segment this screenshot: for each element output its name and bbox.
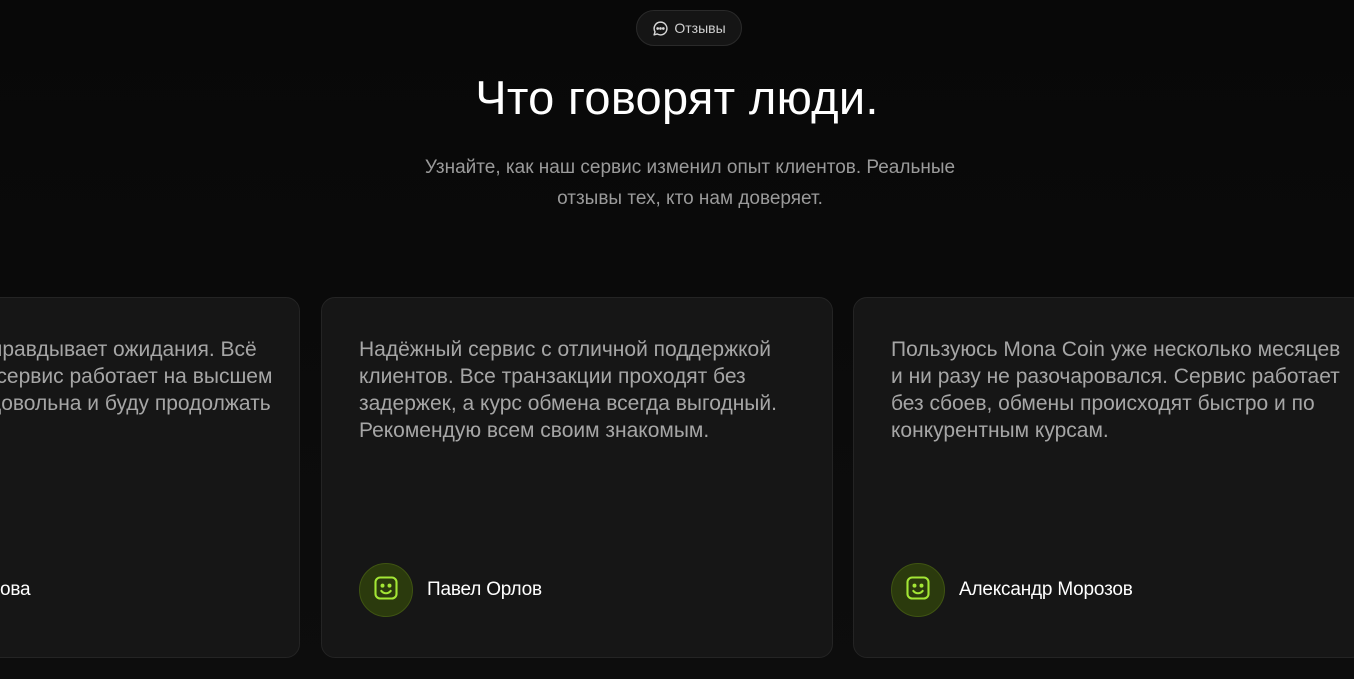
testimonials-section: Отзывы Что говорят люди. Узнайте, как на… [0, 0, 1354, 679]
author-avatar [359, 563, 413, 617]
section-title: Что говорят люди. [475, 71, 879, 124]
testimonial-card: Пользуюсь Mona Coin уже несколько месяце… [853, 297, 1354, 658]
testimonial-text: Пользуюсь Mona Coin уже несколько месяце… [891, 338, 1341, 442]
chat-bubble-icon [652, 20, 669, 37]
testimonial-card: Действительно оправдывает ожидания. Всё … [0, 297, 300, 658]
testimonial-text: Надёжный сервис с отличной поддержкой кл… [359, 338, 777, 442]
testimonial-author: Анна Смирнова [0, 563, 31, 617]
section-subtitle: Узнайте, как наш сервис изменил опыт кли… [424, 157, 956, 209]
testimonial-author: Александр Морозов [891, 563, 1133, 617]
author-avatar [891, 563, 945, 617]
testimonial-text: Действительно оправдывает ожидания. Всё … [0, 338, 273, 415]
author-name: Александр Морозов [959, 579, 1133, 600]
smiley-face-icon [372, 574, 400, 607]
badge-label: Отзывы [674, 20, 726, 36]
testimonial-card: Надёжный сервис с отличной поддержкой кл… [321, 297, 833, 658]
author-name: Павел Орлов [427, 579, 542, 600]
testimonial-author: Павел Орлов [359, 563, 542, 617]
section-badge: Отзывы [636, 10, 742, 46]
author-name: Анна Смирнова [0, 579, 31, 600]
smiley-face-icon [904, 574, 932, 607]
